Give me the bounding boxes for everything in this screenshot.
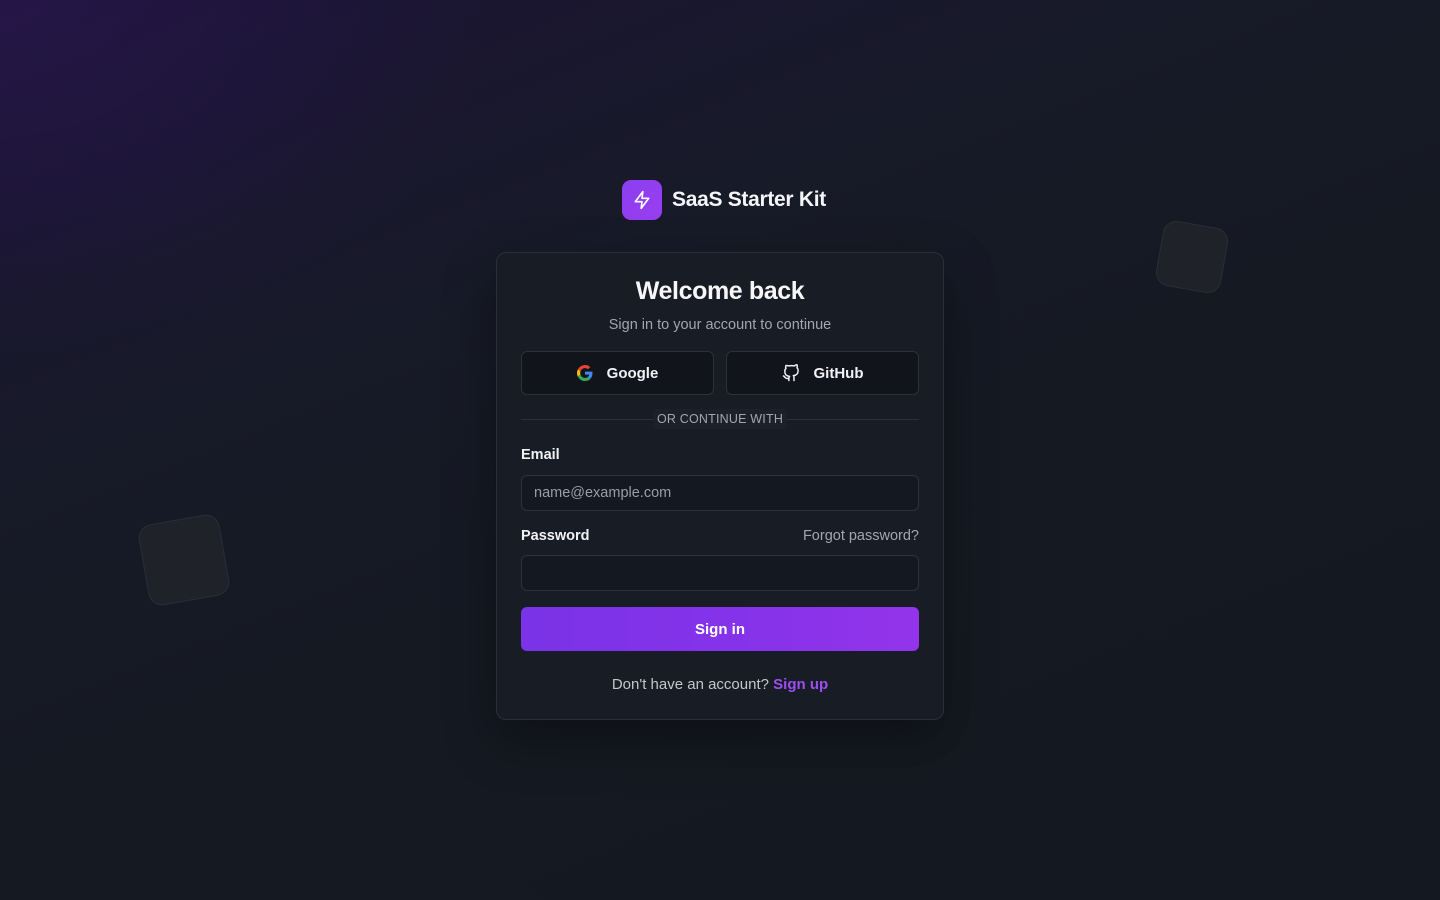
github-signin-button[interactable]: GitHub bbox=[726, 351, 919, 395]
divider-label: OR CONTINUE WITH bbox=[653, 409, 787, 429]
sign-in-button[interactable]: Sign in bbox=[521, 607, 919, 651]
signup-prompt: Don't have an account? Sign up bbox=[497, 676, 943, 693]
email-field[interactable] bbox=[521, 475, 919, 511]
brand-name: SaaS Starter Kit bbox=[672, 188, 826, 211]
google-icon bbox=[576, 365, 593, 381]
password-field[interactable] bbox=[521, 555, 919, 591]
brand-header: SaaS Starter Kit bbox=[622, 180, 826, 220]
decorative-square bbox=[1153, 218, 1231, 296]
forgot-password-link[interactable]: Forgot password? bbox=[803, 528, 919, 544]
sign-up-link[interactable]: Sign up bbox=[773, 676, 828, 693]
github-button-label: GitHub bbox=[813, 364, 864, 382]
password-label: Password bbox=[521, 528, 590, 544]
signup-prompt-text: Don't have an account? bbox=[611, 676, 769, 693]
decorative-square bbox=[136, 512, 232, 608]
google-button-label: Google bbox=[606, 364, 659, 382]
google-signin-button[interactable]: Google bbox=[521, 351, 714, 395]
email-label: Email bbox=[521, 447, 560, 463]
github-icon bbox=[782, 364, 800, 382]
page-subtitle: Sign in to your account to continue bbox=[608, 317, 832, 333]
page-title: Welcome back bbox=[635, 277, 805, 305]
lightning-bolt-icon bbox=[622, 180, 662, 220]
login-card: Welcome back Sign in to your account to … bbox=[496, 252, 944, 720]
